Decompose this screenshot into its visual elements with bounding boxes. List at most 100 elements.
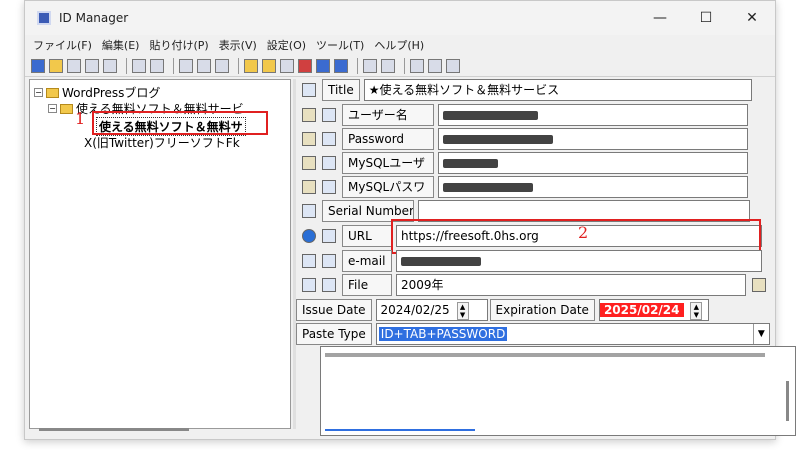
email-label[interactable]: e-mail (342, 250, 392, 272)
paste-type-select[interactable]: ID+TAB+PASSWORD ▼ (375, 323, 770, 345)
collapse-icon[interactable]: − (48, 104, 57, 113)
app-icon (37, 11, 51, 25)
user-field[interactable] (438, 104, 748, 126)
password-label[interactable]: Password (342, 128, 434, 150)
notes-textarea[interactable] (320, 346, 796, 436)
issue-date-label[interactable]: Issue Date (296, 299, 372, 321)
file-icon[interactable] (179, 58, 193, 73)
annotation-1: 1 (75, 109, 86, 128)
new-folder-icon[interactable] (262, 58, 276, 73)
date-row: Issue Date 2024/02/25 ▲ ▼ Expiration Date… (296, 299, 709, 321)
expiration-date-label[interactable]: Expiration Date (489, 299, 595, 321)
save-icon[interactable] (31, 58, 45, 73)
app-window: ID Manager — ☐ ✕ ファイル(F) 編集(E) 貼り付け(P) 表… (24, 0, 796, 440)
copy-icon[interactable] (302, 132, 316, 146)
menu-view[interactable]: 表示(V) (219, 37, 257, 53)
tree-item-root[interactable]: − WordPressブログ (34, 84, 160, 101)
password-row: Password (302, 128, 748, 150)
paste-type-row: Paste Type ID+TAB+PASSWORD ▼ (296, 323, 770, 345)
issue-date-field[interactable]: 2024/02/25 ▲ ▼ (375, 299, 488, 321)
menu-tools[interactable]: ツール(T) (316, 37, 364, 53)
password-field[interactable] (438, 128, 748, 150)
paste-icon[interactable] (322, 156, 336, 170)
chevron-down-icon[interactable]: ▼ (752, 324, 769, 344)
open-folder-icon[interactable] (752, 278, 766, 292)
tree-item-sibling[interactable]: X(旧Twitter)フリーソフトFk (84, 134, 240, 151)
collapse-icon[interactable]: − (34, 88, 43, 97)
copy-pass-icon[interactable] (150, 58, 164, 73)
new-entry-icon[interactable] (67, 58, 81, 73)
key-icon[interactable] (103, 58, 117, 73)
mysql-pass-label[interactable]: MySQLパスワ (342, 176, 434, 198)
paste-icon[interactable] (322, 108, 336, 122)
toolbar (25, 55, 775, 77)
issue-date-spinner[interactable]: ▲ ▼ (456, 301, 469, 320)
settings-icon[interactable] (381, 58, 395, 73)
menu-file[interactable]: ファイル(F) (33, 37, 92, 53)
expiration-date-spinner[interactable]: ▲ ▼ (690, 301, 703, 320)
list-icon[interactable] (85, 58, 99, 73)
highlight-box-2 (391, 219, 761, 254)
copy-id-icon[interactable] (132, 58, 146, 73)
mysql-user-label[interactable]: MySQLユーザ (342, 152, 434, 174)
tree-scrollbar[interactable] (29, 425, 291, 435)
folder-icon[interactable] (244, 58, 258, 73)
file-icon[interactable] (302, 278, 316, 292)
paste-icon[interactable] (322, 254, 336, 268)
new-item-icon[interactable] (280, 58, 294, 73)
copy-icon[interactable] (302, 156, 316, 170)
menu-edit[interactable]: 編集(E) (102, 37, 140, 53)
expiration-date-field[interactable]: 2025/02/24 ▲ ▼ (598, 299, 709, 321)
minimize-button[interactable]: — (637, 10, 683, 26)
file-field[interactable]: 2009年 (396, 274, 746, 296)
title-field[interactable]: ★使える無料ソフト＆無料サービス (363, 79, 752, 101)
title-bar[interactable]: ID Manager — ☐ ✕ (25, 1, 775, 35)
annotation-2: 2 (578, 223, 589, 242)
paste-icon[interactable] (322, 278, 336, 292)
paste-type-label[interactable]: Paste Type (296, 323, 372, 345)
paste-icon[interactable] (322, 132, 336, 146)
ftp-icon[interactable] (49, 58, 63, 73)
redacted-value (443, 183, 533, 192)
edit-icon[interactable] (302, 83, 316, 97)
paste-icon[interactable] (322, 180, 336, 194)
email-row: e-mail (302, 250, 762, 272)
calculator-icon[interactable] (446, 58, 460, 73)
move-down-icon[interactable] (334, 58, 348, 73)
paste-icon[interactable] (322, 229, 336, 243)
copy-icon[interactable] (302, 108, 316, 122)
copy-icon[interactable] (302, 180, 316, 194)
monitor-icon[interactable] (410, 58, 424, 73)
splitter[interactable] (293, 79, 296, 429)
user-row: ユーザー名 (302, 104, 748, 126)
mysql-pass-row: MySQLパスワ (302, 176, 748, 198)
redacted-value (401, 257, 481, 266)
user-label[interactable]: ユーザー名 (342, 104, 434, 126)
pdf-icon[interactable] (215, 58, 229, 73)
maximize-button[interactable]: ☐ (683, 10, 729, 26)
paste-icon[interactable] (302, 204, 316, 218)
title-row: Title ★使える無料ソフト＆無料サービス (302, 79, 752, 101)
menu-help[interactable]: ヘルプ(H) (374, 37, 424, 53)
globe-icon[interactable] (302, 229, 316, 243)
calendar-icon[interactable] (428, 58, 442, 73)
menu-settings[interactable]: 設定(O) (267, 37, 306, 53)
html-icon[interactable] (197, 58, 211, 73)
close-button[interactable]: ✕ (729, 10, 775, 26)
redacted-value (443, 135, 553, 144)
folder-icon (46, 87, 59, 98)
mysql-user-row: MySQLユーザ (302, 152, 748, 174)
mail-icon[interactable] (302, 254, 316, 268)
mysql-user-field[interactable] (438, 152, 748, 174)
email-field[interactable] (396, 250, 762, 272)
ftp-upload-icon[interactable] (363, 58, 377, 73)
menu-paste[interactable]: 貼り付け(P) (149, 37, 208, 53)
file-label[interactable]: File (342, 274, 392, 296)
redacted-value (443, 159, 498, 168)
mysql-pass-field[interactable] (438, 176, 748, 198)
notes-scrollbar[interactable] (786, 381, 789, 421)
url-label[interactable]: URL (342, 225, 392, 247)
delete-icon[interactable] (298, 58, 312, 73)
move-up-icon[interactable] (316, 58, 330, 73)
title-label[interactable]: Title (322, 79, 360, 101)
